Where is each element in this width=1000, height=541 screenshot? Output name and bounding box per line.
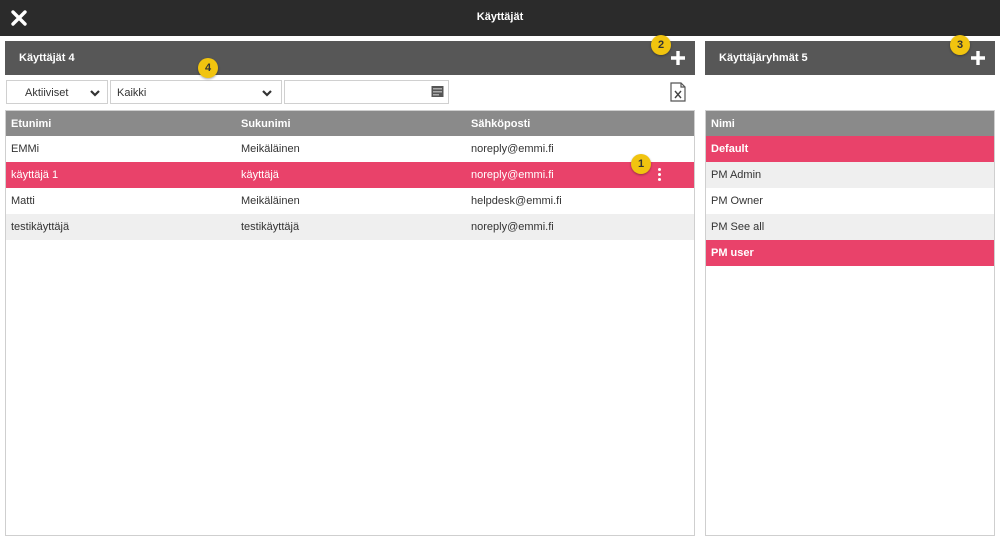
cell-email: helpdesk@emmi.fi xyxy=(471,195,562,207)
column-header-email[interactable]: Sähköposti xyxy=(471,118,530,130)
add-group-plus-icon[interactable] xyxy=(970,50,986,66)
callout-badge-3: 3 xyxy=(950,35,970,55)
status-filter-select[interactable]: Aktiiviset xyxy=(6,80,108,104)
column-header-first-name[interactable]: Etunimi xyxy=(11,118,51,130)
users-count: 4 xyxy=(68,52,75,64)
group-filter-value: Kaikki xyxy=(117,87,147,99)
group-row[interactable]: PM Owner xyxy=(706,188,994,214)
title-bar: Käyttäjät xyxy=(0,0,1000,36)
cell-first-name: käyttäjä 1 xyxy=(11,169,59,181)
users-panel-header: Käyttäjät 4 xyxy=(5,41,695,75)
excel-export-icon[interactable] xyxy=(669,82,687,102)
cell-last-name: Meikäläinen xyxy=(241,143,300,155)
table-row-selected[interactable]: käyttäjä 1 käyttäjä noreply@emmi.fi xyxy=(6,162,694,188)
group-row-selected[interactable]: PM user xyxy=(706,240,994,266)
group-name: PM See all xyxy=(711,221,765,233)
status-filter-value: Aktiiviset xyxy=(25,87,69,99)
window-title: Käyttäjät xyxy=(476,11,524,23)
kebab-menu-icon[interactable] xyxy=(656,168,662,183)
group-row[interactable]: PM See all xyxy=(706,214,994,240)
users-table: Etunimi Sukunimi Sähköposti EMMi Meikälä… xyxy=(5,110,695,536)
cell-email: noreply@emmi.fi xyxy=(471,143,554,155)
groups-table-header: Nimi xyxy=(706,111,994,136)
table-row[interactable]: Matti Meikäläinen helpdesk@emmi.fi xyxy=(6,188,694,214)
cell-last-name: Meikäläinen xyxy=(241,195,300,207)
cell-email: noreply@emmi.fi xyxy=(471,221,554,233)
cell-last-name: käyttäjä xyxy=(241,169,279,181)
search-input[interactable] xyxy=(289,84,428,102)
group-name: PM user xyxy=(711,247,754,259)
group-name: PM Owner xyxy=(711,195,763,207)
filter-clear-icon[interactable] xyxy=(431,85,444,98)
table-row[interactable]: EMMi Meikäläinen noreply@emmi.fi xyxy=(6,136,694,162)
groups-count: 5 xyxy=(801,52,808,64)
cell-email: noreply@emmi.fi xyxy=(471,169,554,181)
callout-badge-2: 2 xyxy=(651,35,671,55)
groups-panel-title: Käyttäjäryhmät xyxy=(719,52,799,64)
group-name: PM Admin xyxy=(711,169,762,181)
group-row[interactable]: PM Admin xyxy=(706,162,994,188)
callout-badge-1: 1 xyxy=(631,154,651,174)
column-header-last-name[interactable]: Sukunimi xyxy=(241,118,291,130)
table-row[interactable]: testikäyttäjä testikäyttäjä noreply@emmi… xyxy=(6,214,694,240)
cell-last-name: testikäyttäjä xyxy=(241,221,300,233)
add-user-plus-icon[interactable] xyxy=(670,50,686,66)
cell-first-name: Matti xyxy=(11,195,35,207)
users-panel-title: Käyttäjät xyxy=(19,52,66,64)
cell-first-name: testikäyttäjä xyxy=(11,221,70,233)
chevron-down-icon xyxy=(90,90,100,97)
group-row-selected[interactable]: Default xyxy=(706,136,994,162)
group-filter-select[interactable]: Kaikki xyxy=(110,80,282,104)
search-field[interactable] xyxy=(284,80,449,104)
user-groups-table: Nimi Default PM Admin PM Owner PM See al… xyxy=(705,110,995,536)
callout-badge-4: 4 xyxy=(198,58,218,78)
group-name: Default xyxy=(711,143,749,155)
chevron-down-icon xyxy=(262,90,272,97)
column-header-name[interactable]: Nimi xyxy=(711,118,735,130)
users-table-header: Etunimi Sukunimi Sähköposti xyxy=(6,111,694,136)
cell-first-name: EMMi xyxy=(11,143,40,155)
